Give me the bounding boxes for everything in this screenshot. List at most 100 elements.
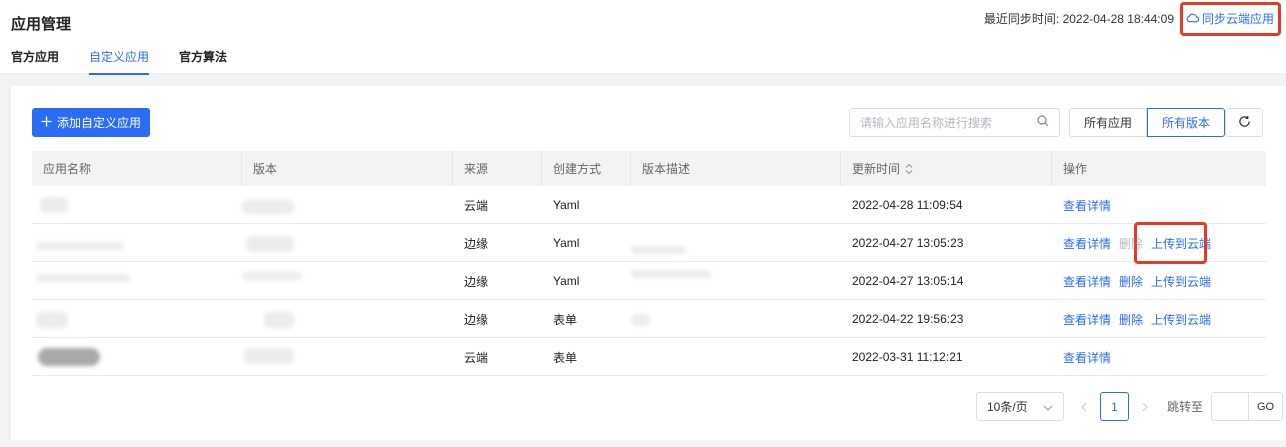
view-details-link[interactable]: 查看详情 [1063, 349, 1111, 366]
updated-cell: 2022-04-28 11:09:54 [852, 198, 963, 212]
tab-custom-apps[interactable]: 自定义应用 [89, 48, 150, 75]
search-icon[interactable] [1037, 115, 1049, 130]
column-header-description: 版本描述 [631, 151, 841, 186]
column-header-source: 来源 [453, 151, 542, 186]
description-cell [631, 224, 841, 262]
source-cell: 边缘 [464, 312, 489, 327]
redacted-description [631, 246, 686, 254]
method-cell: Yaml [553, 236, 580, 250]
app-name-cell [32, 338, 242, 376]
column-header-updated[interactable]: 更新时间 [841, 151, 1052, 186]
redacted-name [36, 242, 124, 250]
tab-official-apps[interactable]: 官方应用 [11, 48, 59, 75]
version-cell [242, 338, 453, 376]
page-size-value: 10条/页 [987, 400, 1028, 414]
table-header: 应用名称 版本 来源 创建方式 版本描述 更新时间 操作 [32, 151, 1266, 186]
jump-to-label: 跳转至 [1167, 400, 1204, 414]
version-cell [242, 262, 453, 300]
plus-icon [41, 116, 52, 130]
app-name-cell [32, 186, 242, 224]
source-cell: 云端 [464, 198, 489, 213]
redacted-version [264, 312, 294, 328]
filter-group: 所有应用 所有版本 [1069, 108, 1226, 137]
add-button-label: 添加自定义应用 [56, 116, 141, 130]
table-row: 边缘 表单 2022-04-22 19:56:23 查看详情 删除 上传到云端 [32, 300, 1266, 338]
actions-cell: 查看详情 [1052, 338, 1266, 376]
filter-all-apps-button[interactable]: 所有应用 [1069, 108, 1148, 137]
version-cell [242, 186, 453, 224]
delete-link[interactable]: 删除 [1119, 311, 1143, 328]
table-row: 边缘 Yaml 2022-04-27 13:05:14 查看详情 删除 上传到云… [32, 262, 1266, 300]
delete-link[interactable]: 删除 [1119, 273, 1143, 290]
redacted-name [40, 197, 68, 213]
sort-icon[interactable] [905, 163, 913, 175]
column-header-name: 应用名称 [32, 151, 242, 186]
table-row: 边缘 Yaml 2022-04-27 13:05:23 查看详情 删除 上传到云… [32, 224, 1266, 262]
delete-link-disabled: 删除 [1119, 236, 1144, 251]
redacted-description [631, 270, 711, 278]
method-cell: Yaml [553, 198, 580, 212]
view-details-link[interactable]: 查看详情 [1063, 311, 1111, 328]
tab-official-algorithms[interactable]: 官方算法 [179, 48, 227, 75]
app-name-cell [32, 224, 242, 262]
updated-cell: 2022-04-27 13:05:14 [852, 274, 964, 288]
description-cell [631, 300, 841, 338]
source-cell: 云端 [464, 350, 489, 365]
actions-cell: 查看详情 删除 上传到云端 [1052, 262, 1266, 300]
view-details-link[interactable]: 查看详情 [1063, 235, 1111, 252]
add-custom-app-button[interactable]: 添加自定义应用 [32, 108, 150, 137]
page-header: 应用管理 最近同步时间: 2022-04-28 18:44:09 同步云端应用 … [0, 0, 1286, 75]
redacted-name [36, 312, 68, 328]
redacted-version [242, 200, 294, 214]
page-size-select[interactable]: 10条/页 [976, 392, 1064, 421]
updated-cell: 2022-04-22 19:56:23 [852, 312, 964, 326]
updated-header-label: 更新时间 [852, 162, 901, 176]
app-name-cell [32, 300, 242, 338]
chevron-down-icon [1043, 400, 1053, 414]
table-row: 云端 表单 2022-03-31 11:12:21 查看详情 [32, 338, 1266, 376]
method-cell: 表单 [553, 312, 578, 327]
version-cell [242, 224, 453, 262]
sync-time-value: 2022-04-28 18:44:09 [1062, 12, 1174, 26]
filter-all-versions-button[interactable]: 所有版本 [1147, 108, 1226, 137]
redacted-name [38, 348, 100, 366]
view-details-link[interactable]: 查看详情 [1063, 197, 1111, 214]
redacted-version [242, 272, 302, 280]
updated-cell: 2022-04-27 13:05:23 [852, 236, 964, 250]
chevron-left-icon [1081, 402, 1087, 411]
jump-page-input[interactable] [1211, 392, 1250, 421]
description-cell [631, 338, 841, 376]
content-card: 添加自定义应用 所有应用 所有版本 应用名称 版本 来源 创建方式 版本描述 更… [11, 86, 1286, 440]
chevron-right-icon [1142, 402, 1148, 411]
column-header-actions: 操作 [1063, 162, 1088, 176]
updated-cell: 2022-03-31 11:12:21 [852, 350, 963, 364]
view-details-link[interactable]: 查看详情 [1063, 273, 1111, 290]
upload-to-cloud-link[interactable]: 上传到云端 [1151, 235, 1211, 252]
upload-to-cloud-link[interactable]: 上传到云端 [1151, 311, 1211, 328]
version-cell [242, 300, 453, 338]
page-number-1[interactable]: 1 [1100, 392, 1129, 421]
sync-time-label: 最近同步时间: [983, 12, 1060, 26]
refresh-button[interactable] [1225, 108, 1263, 137]
source-cell: 边缘 [464, 236, 489, 251]
page-title: 应用管理 [11, 16, 72, 33]
prev-page-button[interactable] [1076, 402, 1092, 412]
method-cell: 表单 [553, 350, 578, 365]
refresh-icon [1238, 115, 1251, 131]
sync-button-label: 同步云端应用 [1202, 12, 1275, 26]
go-button[interactable]: GO [1249, 392, 1284, 421]
search-input[interactable] [860, 115, 1037, 130]
source-cell: 边缘 [464, 274, 489, 289]
last-sync-time: 最近同步时间: 2022-04-28 18:44:09 [984, 10, 1174, 27]
actions-cell: 查看详情 [1052, 186, 1266, 224]
column-header-version: 版本 [242, 151, 453, 186]
redacted-version [244, 348, 294, 364]
redacted-version [246, 236, 294, 252]
sync-cloud-apps-button[interactable]: 同步云端应用 [1186, 10, 1274, 27]
table-row: 云端 Yaml 2022-04-28 11:09:54 查看详情 [32, 186, 1266, 224]
description-cell [631, 262, 841, 300]
method-cell: Yaml [553, 274, 580, 288]
next-page-button[interactable] [1137, 402, 1153, 412]
app-name-cell [32, 262, 242, 300]
upload-to-cloud-link[interactable]: 上传到云端 [1151, 273, 1211, 290]
